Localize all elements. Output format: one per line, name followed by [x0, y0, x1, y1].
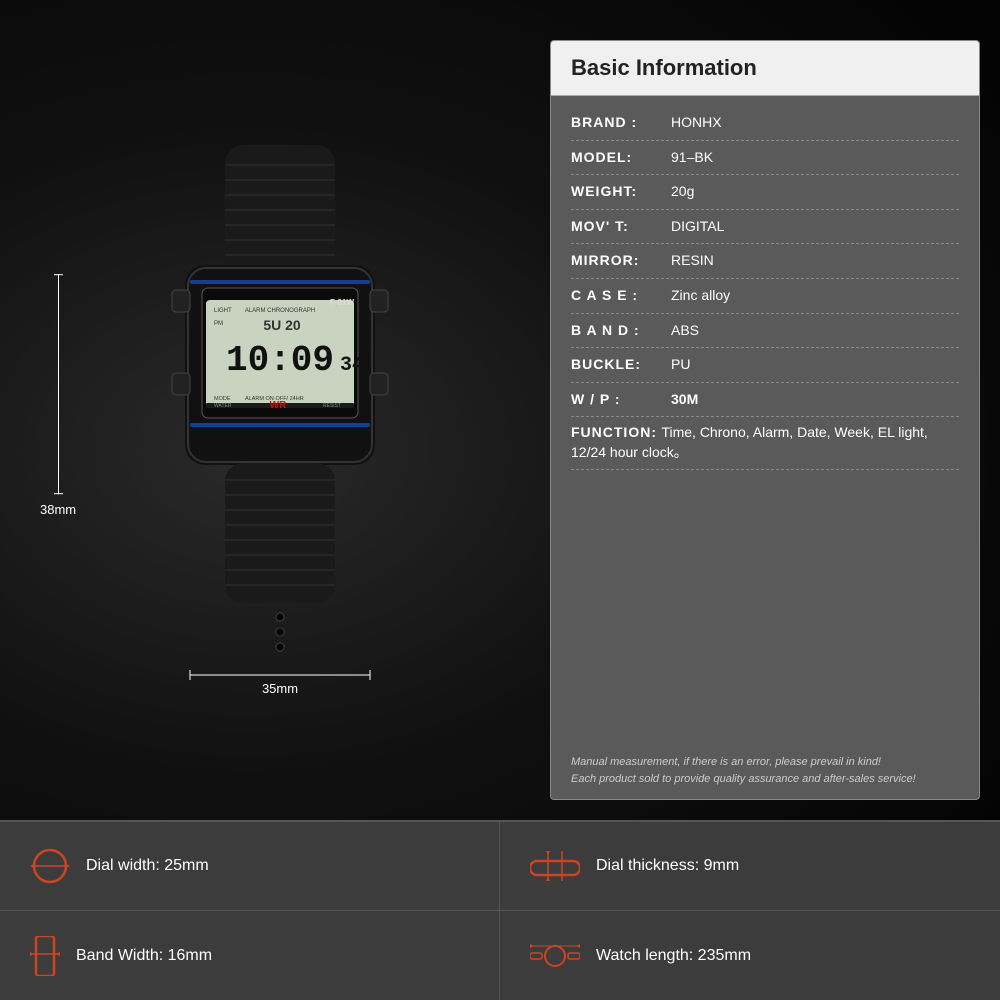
spec-dial-width: Dial width: 25mm [0, 822, 500, 911]
val-brand: HONHX [671, 113, 959, 133]
val-movt: DIGITAL [671, 217, 959, 237]
watch-length-label: Watch length: 235mm [596, 947, 751, 965]
svg-text:PM: PM [214, 321, 223, 327]
dimension-38mm: 38mm [40, 274, 76, 517]
info-row-weight: WEIGHT: 20g [571, 175, 959, 210]
dial-thickness-icon [530, 851, 580, 881]
key-wp: W / P : [571, 390, 671, 410]
dial-width-label: Dial width: 25mm [86, 857, 209, 875]
val-mirror: RESIN [671, 251, 959, 271]
key-model: MODEL: [571, 148, 671, 168]
svg-text:F-91W: F-91W [330, 298, 354, 307]
key-function: FUNCTION: [571, 424, 657, 440]
watch-illustration: LIGHT ALARM CHRONOGRAPH PM 5U 20 10:09 3… [130, 145, 430, 695]
svg-text:5U 20: 5U 20 [263, 317, 301, 333]
info-row-function: FUNCTION: Time, Chrono, Alarm, Date, Wee… [571, 417, 959, 470]
info-row-model: MODEL: 91–BK [571, 141, 959, 176]
band-width-label: Band Width: 16mm [76, 947, 212, 965]
info-panel: Basic Information BRAND : HONHX MODEL: 9… [550, 40, 980, 800]
svg-text:ALARM CHRONOGRAPH: ALARM CHRONOGRAPH [245, 308, 315, 314]
key-weight: WEIGHT: [571, 182, 671, 202]
main-container: 38mm [0, 0, 1000, 1000]
svg-text:34: 34 [340, 354, 364, 377]
key-band: B A N D : [571, 321, 671, 341]
info-row-case: C A S E : Zinc alloy [571, 279, 959, 314]
watch-length-icon [530, 941, 580, 971]
info-row-mirror: MIRROR: RESIN [571, 244, 959, 279]
dial-thickness-label: Dial thickness: 9mm [596, 857, 739, 875]
svg-text:MODE: MODE [214, 396, 231, 402]
key-case: C A S E : [571, 286, 671, 306]
info-row-band: B A N D : ABS [571, 314, 959, 349]
val-wp: 30M [671, 390, 959, 410]
svg-text:35mm: 35mm [262, 681, 298, 695]
info-title: Basic Information [551, 41, 979, 96]
info-row-buckle: BUCKLE: PU [571, 348, 959, 383]
key-buckle: BUCKLE: [571, 355, 671, 375]
key-movt: MOV' T: [571, 217, 671, 237]
disclaimer-line-1: Manual measurement, if there is an error… [571, 754, 959, 771]
key-brand: BRAND : [571, 113, 671, 133]
val-case: Zinc alloy [671, 286, 959, 306]
disclaimer-line-2: Each product sold to provide quality ass… [571, 771, 959, 788]
key-mirror: MIRROR: [571, 251, 671, 271]
band-width-icon [30, 936, 60, 976]
info-disclaimer: Manual measurement, if there is an error… [551, 746, 979, 799]
val-weight: 20g [671, 182, 959, 202]
dial-width-icon [30, 846, 70, 886]
spec-watch-length: Watch length: 235mm [500, 911, 1000, 1000]
spec-dial-thickness: Dial thickness: 9mm [500, 822, 1000, 911]
info-row-wp: W / P : 30M [571, 383, 959, 418]
val-buckle: PU [671, 355, 959, 375]
val-model: 91–BK [671, 148, 959, 168]
info-body: BRAND : HONHX MODEL: 91–BK WEIGHT: 20g M… [551, 96, 979, 746]
svg-text:LIGHT: LIGHT [214, 308, 232, 314]
info-row-brand: BRAND : HONHX [571, 106, 959, 141]
specs-bar: Dial width: 25mm Dial thickness: 9mm Ban… [0, 820, 1000, 1000]
info-row-movt: MOV' T: DIGITAL [571, 210, 959, 245]
val-band: ABS [671, 321, 959, 341]
svg-text:WATER: WATER [214, 403, 232, 409]
spec-band-width: Band Width: 16mm [0, 911, 500, 1000]
top-section: 38mm [0, 0, 1000, 820]
watch-area: 38mm [30, 30, 530, 810]
svg-text:WR: WR [270, 400, 287, 411]
svg-text:RESIST: RESIST [323, 403, 341, 409]
svg-text:10:09: 10:09 [226, 340, 334, 381]
